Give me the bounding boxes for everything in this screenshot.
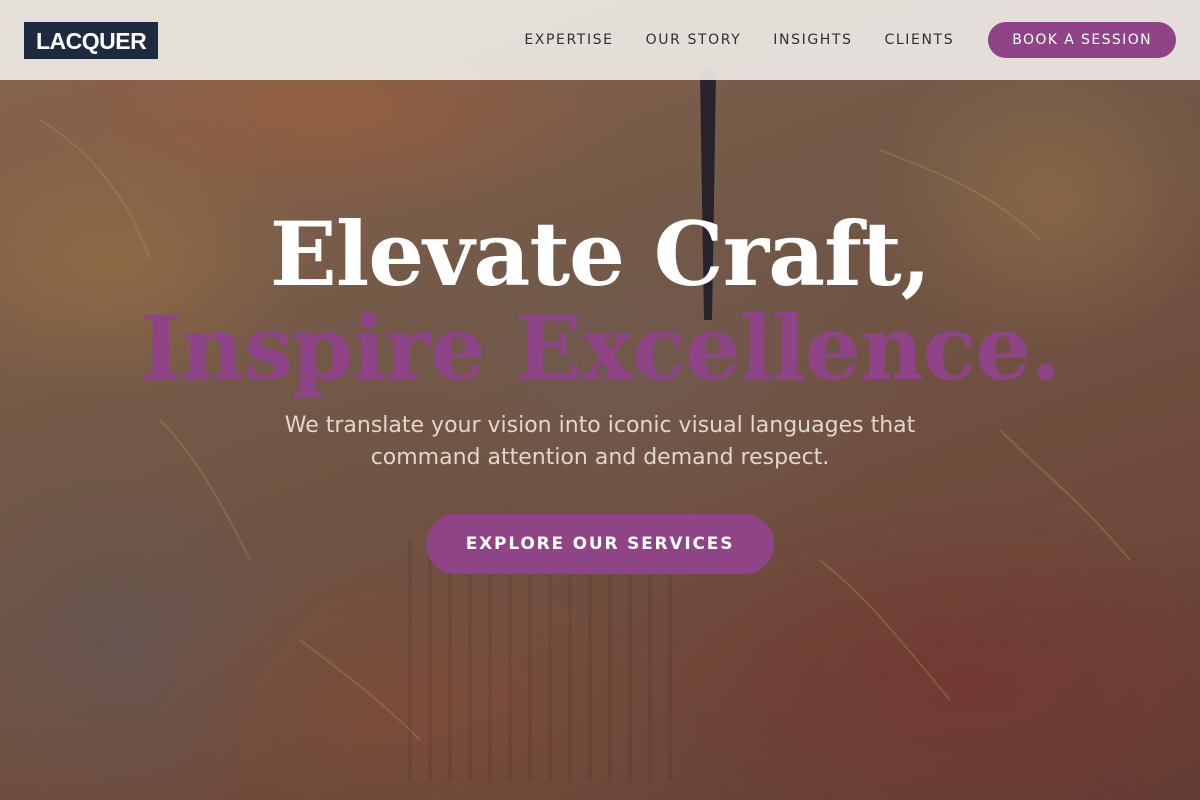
hero-subtitle: We translate your vision into iconic vis…	[284, 413, 916, 470]
main-nav: EXPERTISE OUR STORY INSIGHTS CLIENTS BOO…	[524, 22, 1176, 58]
hero-section: Elevate Craft, Inspire Excellence. We tr…	[0, 200, 1200, 574]
explore-services-button[interactable]: EXPLORE OUR SERVICES	[425, 514, 775, 574]
nav-link-clients[interactable]: CLIENTS	[885, 32, 955, 48]
nav-link-insights[interactable]: INSIGHTS	[773, 32, 852, 48]
hero-headline-line2: Inspire Excellence.	[140, 296, 1061, 400]
site-header: LACQUER EXPERTISE OUR STORY INSIGHTS CLI…	[0, 0, 1200, 80]
book-session-button[interactable]: BOOK A SESSION	[988, 22, 1176, 58]
nav-link-our-story[interactable]: OUR STORY	[646, 32, 742, 48]
nav-link-expertise[interactable]: EXPERTISE	[524, 32, 613, 48]
logo[interactable]: LACQUER	[24, 21, 159, 59]
hero-headline-line1: Elevate Craft,	[269, 202, 931, 306]
